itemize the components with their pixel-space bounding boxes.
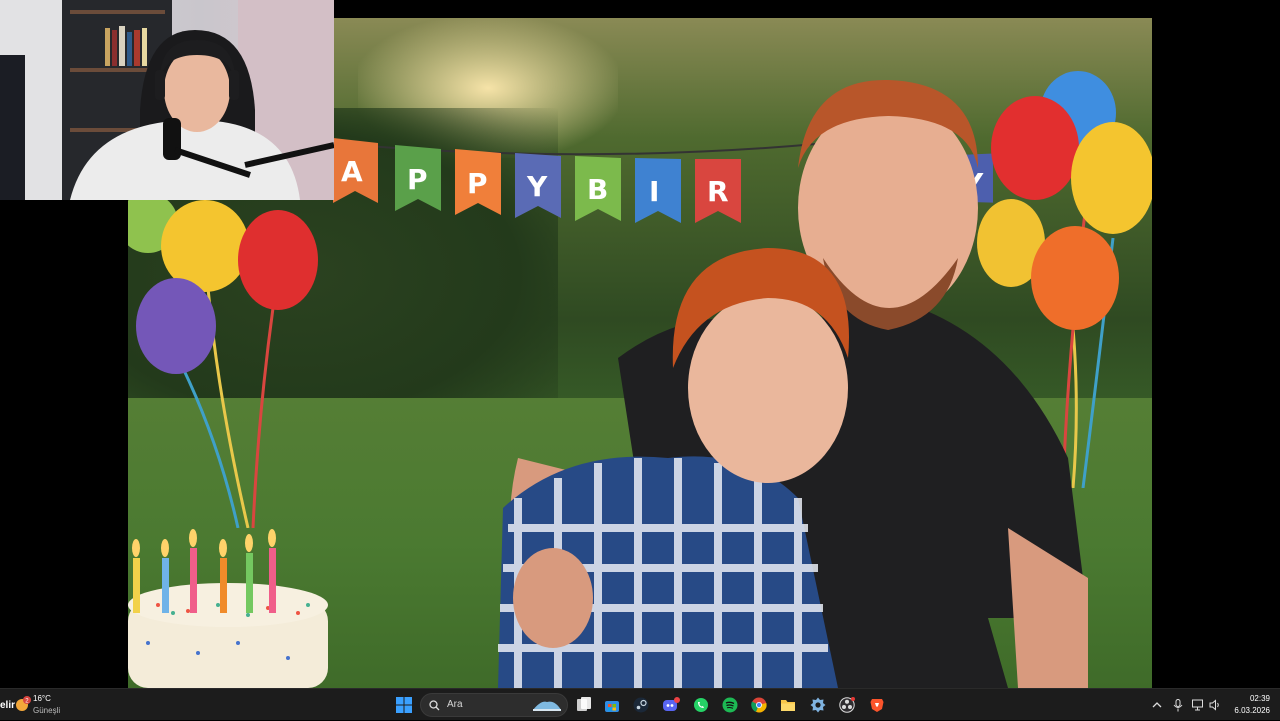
clock-date: 6.03.2026 bbox=[1234, 706, 1270, 715]
chevron-up-icon bbox=[1152, 702, 1162, 708]
spotify-button[interactable] bbox=[718, 693, 742, 717]
clock-time: 02:39 bbox=[1249, 694, 1270, 703]
weather-condition: Güneşli bbox=[33, 706, 61, 715]
birthday-cake bbox=[128, 513, 368, 688]
taskbar: elir 2 16°C Güneşli Ara 02:39 6.03.2026 bbox=[0, 688, 1280, 720]
sun-icon: 2 bbox=[16, 696, 31, 711]
chrome-button[interactable] bbox=[747, 693, 771, 717]
balloons-left bbox=[128, 193, 328, 529]
store-icon bbox=[605, 701, 619, 712]
discord-button[interactable] bbox=[659, 693, 683, 717]
system-tray: 02:39 6.03.2026 bbox=[1140, 689, 1280, 721]
network-button[interactable] bbox=[1190, 693, 1206, 717]
start-button[interactable] bbox=[392, 693, 416, 717]
chrome-icon bbox=[751, 697, 767, 713]
weather-temperature: 16°C bbox=[33, 694, 51, 703]
microphone-button[interactable] bbox=[1171, 693, 1185, 717]
task-view-button[interactable] bbox=[572, 693, 596, 717]
settings-app-button[interactable] bbox=[806, 693, 830, 717]
clock[interactable]: 02:39 6.03.2026 bbox=[1234, 693, 1270, 717]
steam-button[interactable] bbox=[629, 693, 653, 717]
brave-icon bbox=[870, 699, 884, 712]
task-view-icon bbox=[577, 697, 591, 711]
photo-subjects bbox=[368, 58, 1108, 688]
spotify-icon bbox=[722, 697, 738, 713]
speaker-icon bbox=[1209, 699, 1219, 711]
steam-icon bbox=[633, 697, 649, 713]
search-highlight-icon bbox=[533, 701, 561, 711]
network-icon bbox=[1192, 699, 1203, 711]
folder-icon bbox=[781, 700, 795, 711]
windows-icon bbox=[396, 697, 412, 713]
obs-icon bbox=[839, 697, 855, 713]
file-explorer-button[interactable] bbox=[776, 693, 800, 717]
show-hidden-icons-button[interactable] bbox=[1150, 693, 1164, 717]
discord-icon bbox=[663, 697, 680, 711]
search-icon bbox=[429, 700, 440, 711]
banner-letter: A bbox=[341, 155, 363, 188]
gear-icon bbox=[810, 697, 826, 713]
weather-widget[interactable]: elir 2 16°C Güneşli bbox=[0, 689, 135, 721]
brave-button[interactable] bbox=[865, 693, 889, 717]
obs-button[interactable] bbox=[835, 693, 859, 717]
webcam-overlay bbox=[0, 0, 334, 200]
search-placeholder: Ara bbox=[447, 699, 463, 710]
taskbar-search[interactable]: Ara bbox=[420, 693, 568, 717]
volume-button[interactable] bbox=[1208, 693, 1222, 717]
microphone-icon bbox=[1173, 698, 1183, 711]
microsoft-store-button[interactable] bbox=[600, 693, 624, 717]
whatsapp-button[interactable] bbox=[689, 693, 713, 717]
whatsapp-icon bbox=[694, 698, 708, 712]
